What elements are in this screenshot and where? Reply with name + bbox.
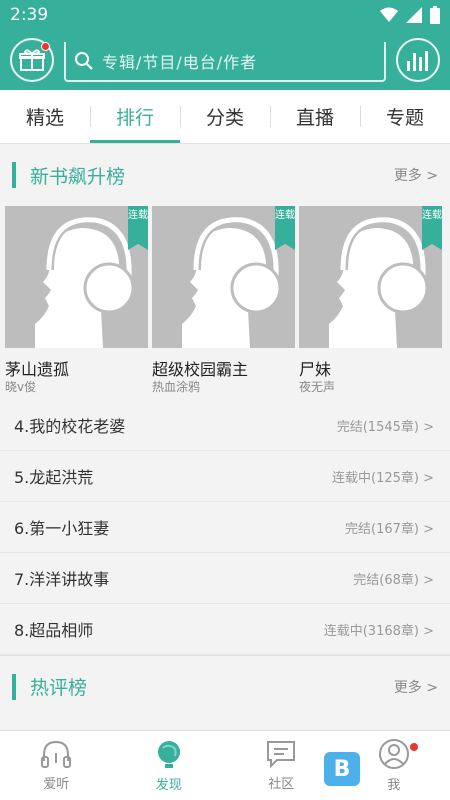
- list-item-status: 连载中(3168章) >: [323, 623, 434, 639]
- status-bar: 2:39: [0, 0, 450, 30]
- book-card[interactable]: 连载 超级校园霸主 热血涂鸦: [152, 206, 295, 394]
- top-bar: 专辑/节目/电台/作者: [0, 30, 450, 90]
- book-cover: 连载: [5, 206, 148, 348]
- nav-label: 爱听: [43, 777, 70, 792]
- tab-live[interactable]: 直播: [270, 90, 360, 143]
- tab-ranking[interactable]: 排行: [90, 90, 180, 143]
- list-item-status: 完结(1545章) >: [336, 419, 434, 435]
- list-item-title: 8.超品相师: [14, 621, 94, 640]
- wifi-icon: [380, 7, 398, 22]
- book-card[interactable]: 连载 茅山遗孤 晓v俊: [5, 206, 148, 394]
- list-item[interactable]: 5.龙起洪荒 连载中(125章) >: [0, 451, 450, 502]
- book-author: 夜无声: [299, 380, 336, 394]
- tab-featured[interactable]: 精选: [0, 90, 90, 143]
- list-item[interactable]: 7.洋洋讲故事 完结(68章) >: [0, 553, 450, 604]
- headphones-placeholder-icon: [329, 214, 429, 348]
- tab-category[interactable]: 分类: [180, 90, 270, 143]
- section-accent-bar: [12, 162, 16, 188]
- category-tabs: 精选 排行 分类 直播 专题: [0, 90, 450, 144]
- serializing-badge: 连载: [422, 206, 442, 250]
- list-item-title: 5.龙起洪荒: [14, 468, 94, 487]
- more-link[interactable]: 更多 >: [394, 165, 438, 185]
- book-title: 超级校园霸主: [152, 360, 249, 379]
- list-item[interactable]: 4.我的校花老婆 完结(1545章) >: [0, 400, 450, 451]
- book-author: 晓v俊: [5, 380, 37, 394]
- list-item-title: 7.洋洋讲故事: [14, 570, 110, 589]
- book-title: 茅山遗孤: [5, 360, 70, 379]
- search-input[interactable]: 专辑/节目/电台/作者: [64, 42, 386, 82]
- nav-label: 发现: [155, 778, 182, 793]
- headphones-placeholder-icon: [182, 214, 282, 348]
- user-icon: [378, 739, 409, 769]
- nav-label: 社区: [268, 777, 295, 792]
- nav-community[interactable]: 社区: [225, 731, 338, 800]
- headphones-placeholder-icon: [35, 214, 135, 348]
- search-placeholder: 专辑/节目/电台/作者: [102, 53, 258, 72]
- book-author: 热血涂鸦: [152, 380, 201, 394]
- book-cover: 连载: [152, 206, 295, 348]
- gift-icon: [19, 49, 45, 71]
- gift-notification-dot: [41, 42, 50, 51]
- list-item-title: 4.我的校花老婆: [14, 417, 126, 436]
- status-time: 2:39: [10, 5, 49, 25]
- list-item[interactable]: 8.超品相师 连载中(3168章) >: [0, 604, 450, 655]
- section-title: 热评榜: [30, 677, 88, 699]
- section-accent-bar: [12, 673, 16, 700]
- nav-label: 我: [387, 778, 401, 793]
- more-link[interactable]: 更多 >: [394, 677, 438, 697]
- tab-topics[interactable]: 专题: [360, 90, 450, 143]
- notification-dot: [410, 743, 418, 751]
- search-icon: [75, 52, 93, 70]
- chat-icon: [267, 741, 296, 769]
- list-item-status: 完结(167章) >: [345, 521, 434, 537]
- list-item-status: 连载中(125章) >: [332, 470, 434, 486]
- section-header-hot-comments: 热评榜 更多 >: [0, 655, 450, 717]
- book-grid: 连载 茅山遗孤 晓v俊 连载 超级校园霸主 热血涂鸦 连载 尸妹 夜无声: [0, 206, 450, 394]
- headphones-icon: [41, 740, 72, 768]
- gift-button[interactable]: [10, 38, 54, 82]
- section-header-new-books: 新书飙升榜 更多 >: [0, 144, 450, 206]
- serializing-badge: 连载: [275, 206, 295, 250]
- nav-discover[interactable]: 发现: [113, 731, 226, 800]
- equalizer-icon: [407, 51, 428, 71]
- ranking-list: 4.我的校花老婆 完结(1545章) > 5.龙起洪荒 连载中(125章) > …: [0, 400, 450, 655]
- list-item-status: 完结(68章) >: [353, 572, 434, 588]
- signal-icon: [406, 7, 422, 23]
- serializing-badge: 连载: [128, 206, 148, 250]
- status-icons: [380, 6, 440, 24]
- book-title: 尸妹: [299, 360, 332, 379]
- battery-icon: [430, 6, 440, 24]
- globe-icon: [157, 741, 180, 768]
- section-title: 新书飙升榜: [30, 165, 126, 188]
- floating-logo-icon[interactable]: B: [324, 752, 360, 786]
- book-card[interactable]: 连载 尸妹 夜无声: [299, 206, 442, 394]
- list-item[interactable]: 6.第一小狂妻 完结(167章) >: [0, 502, 450, 553]
- nav-listen[interactable]: 爱听: [0, 731, 113, 800]
- player-button[interactable]: [396, 38, 440, 82]
- bottom-nav: 爱听 发现 社区 我: [0, 730, 450, 800]
- book-cover: 连载: [299, 206, 442, 348]
- list-item-title: 6.第一小狂妻: [14, 519, 110, 538]
